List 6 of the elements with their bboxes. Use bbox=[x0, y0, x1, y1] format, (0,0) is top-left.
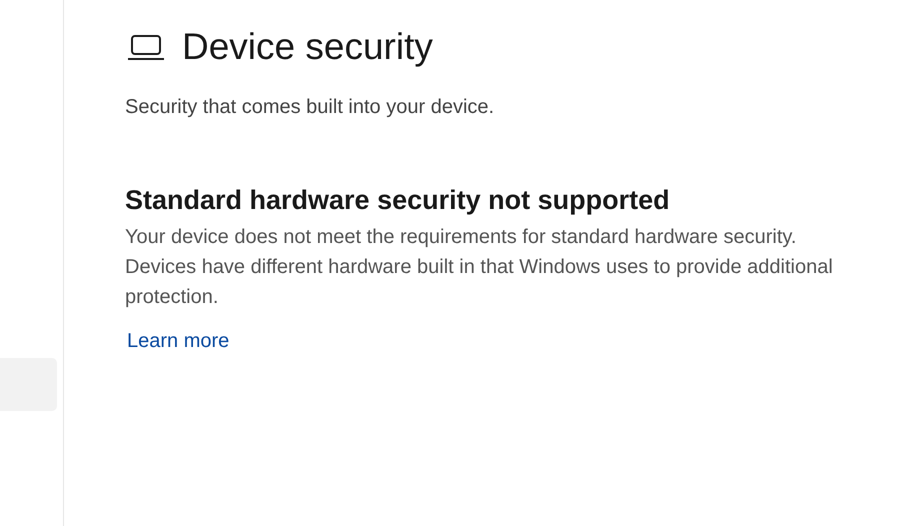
laptop-icon bbox=[127, 34, 165, 60]
page-subtitle: Security that comes built into your device. bbox=[125, 96, 496, 119]
learn-more-link[interactable]: Learn more bbox=[127, 330, 230, 353]
section-description: Your device does not meet the requirements for standard hardware security. Devices have different hardware built in that Windows uses to provide additional protection. bbox=[125, 225, 834, 310]
page-title: Device security bbox=[182, 26, 433, 68]
section-heading: Standard hardware security not supported bbox=[125, 185, 671, 216]
